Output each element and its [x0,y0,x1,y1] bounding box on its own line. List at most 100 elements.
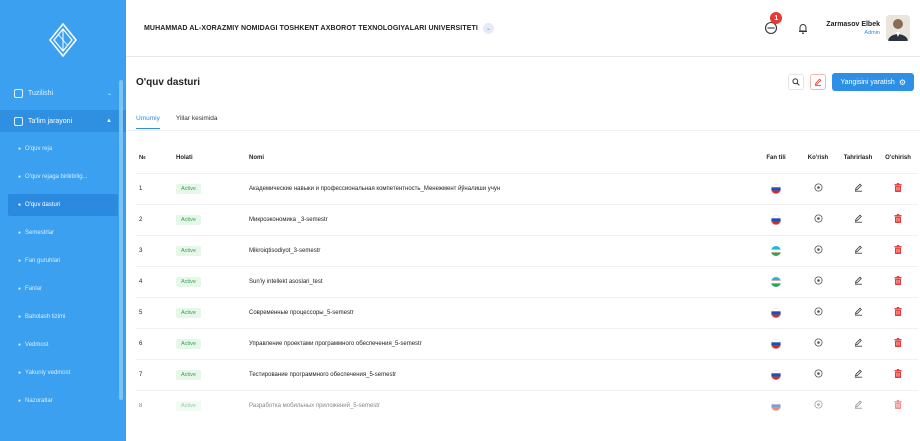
eye-icon[interactable] [814,183,823,194]
table-row[interactable]: 6 Active Управление проектами программного… [136,327,918,359]
eye-icon[interactable] [814,276,823,287]
user-photo-icon [886,15,910,41]
notification-badge: 1 [770,12,783,24]
sidebar-item-label: Yakuniy vedmost [25,370,71,376]
sidebar-item-semestrlar[interactable]: ● Semestrlar [8,222,118,244]
row-number: 4 [136,265,176,297]
sidebar-item-label: Fan guruhlari [25,258,61,264]
sidebar-item-oquv-rejaga-biriktirilgan[interactable]: ● O'quv rejaga biriktirilg... [8,166,118,188]
clock-button[interactable]: 1 [762,12,783,37]
eye-icon[interactable] [814,338,823,349]
sidebar: Tuzilishi ⌄ Ta'lim jarayoni ▲ ● O'quv rej… [0,0,126,441]
status-badge: Active [176,369,201,380]
sidebar-item-fan-guruhlari[interactable]: ● Fan guruhlari [8,250,118,272]
row-delete [878,234,918,266]
trash-icon[interactable] [894,214,902,225]
sidebar-item-oquv-reja[interactable]: ● O'quv reja [8,138,118,160]
education-icon [14,116,23,126]
chevron-down-icon: ⌄ [106,90,112,97]
university-dropdown-chevron-icon[interactable]: ⌄ [482,22,494,34]
bullet-icon: ● [18,202,22,208]
sidebar-item-oquv-dasturi[interactable]: ● O'quv dasturi [8,194,118,216]
sidebar-item-fanlar[interactable]: ● Fanlar [8,278,118,300]
table-row[interactable]: 3 Active Mikroiqtisodiyot_3-semestr [136,234,918,266]
search-button[interactable] [788,74,805,90]
row-name: Управление проектами программного обеспе… [249,327,754,359]
row-status: Active [176,265,249,297]
pencil-icon[interactable] [854,369,863,380]
sidebar-group-talim-jarayoni[interactable]: Ta'lim jarayoni ▲ [0,110,126,132]
main-content: O'quv dasturi Yangisini yaratish ⚙ Umumi… [126,57,920,441]
pencil-icon[interactable] [854,214,863,225]
sidebar-item-baholash-tizimi[interactable]: ● Baholash tizimi [8,306,118,328]
trash-icon[interactable] [894,338,902,349]
sidebar-group-label: Tuzilishi [28,89,54,97]
trash-icon[interactable] [894,307,902,318]
tab-umumiy[interactable]: Umumiy [136,115,160,129]
pencil-icon[interactable] [854,183,863,194]
sidebar-item-yakuniy-vedmost[interactable]: ● Yakuniy vedmost [8,362,118,384]
eye-icon[interactable] [814,245,823,256]
russian-flag-icon [771,183,781,194]
trash-icon[interactable] [894,276,902,287]
row-name: Современные процессоры_5-semestr [249,296,754,328]
trash-icon[interactable] [894,183,902,194]
pencil-icon[interactable] [854,245,863,256]
eye-icon[interactable] [814,307,823,318]
row-edit [838,234,878,266]
table-row[interactable]: 5 Active Современные процессоры_5-semestr [136,296,918,328]
eye-icon[interactable] [814,214,823,225]
avatar[interactable] [886,15,910,41]
header-view: Ko'rish [807,154,829,161]
eye-icon[interactable] [814,369,823,380]
trash-icon[interactable] [894,245,902,256]
create-new-button[interactable]: Yangisini yaratish ⚙ [832,73,914,91]
sidebar-item-nazoratlar[interactable]: ● Nazoratlar [8,390,118,412]
pencil-icon[interactable] [854,307,863,318]
sidebar-group-label: Ta'lim jarayoni [28,117,73,125]
table-row[interactable]: 8 Active Разработка мобильных приложений_5… [136,389,918,421]
russian-flag-icon [771,369,781,380]
sidebar-item-vedmost[interactable]: ● Vedmost [8,334,118,356]
table-row[interactable]: 4 Active Sun'iy intellekt asoslari_test [136,265,918,297]
row-delete [878,296,918,328]
sidebar-group-tuzilishi[interactable]: Tuzilishi ⌄ [0,82,126,104]
row-language [754,234,798,266]
table-row[interactable]: 2 Active Микроэкономика _3-semestr [136,203,918,235]
row-number: 1 [136,172,176,204]
tab-yillar-kesimida[interactable]: Yillar kesimida [176,115,218,129]
bullet-icon: ● [18,342,22,348]
status-badge: Active [176,307,201,318]
table-row[interactable]: 7 Active Тестирование программного обеспеч… [136,358,918,390]
logo [0,0,126,80]
row-status: Active [176,172,249,204]
university-logo-icon [49,23,77,57]
uzbek-flag-icon [771,276,781,287]
row-view [798,358,838,390]
status-badge: Active [176,276,201,287]
table-row[interactable]: 1 Active Академические навыки и профессион… [136,172,918,204]
notifications-button[interactable] [794,19,812,37]
row-number: 7 [136,358,176,390]
trash-icon[interactable] [894,369,902,380]
pencil-icon[interactable] [854,400,863,411]
trash-icon[interactable] [894,400,902,411]
row-status: Active [176,296,249,328]
pencil-icon[interactable] [854,338,863,349]
eye-icon[interactable] [814,400,823,411]
status-badge: Active [176,245,201,256]
pencil-icon[interactable] [854,276,863,287]
row-name: Разработка мобильных приложений_5-semest… [249,389,754,421]
row-status: Active [176,234,249,266]
row-edit [838,327,878,359]
table-header-row: № Holati Nomi Fan tili Ko'rish Tahrirlas… [136,143,918,173]
header-language: Fan tili [766,154,786,161]
sidebar-item-label: Vedmost [25,342,49,348]
row-language [754,358,798,390]
sidebar-scrollbar[interactable] [119,80,123,400]
tabs: Umumiy Yillar kesimida [136,115,234,129]
russian-flag-icon [771,307,781,318]
edit-mode-button[interactable] [810,74,827,90]
user-info[interactable]: Zarmasov Elbek Admin [826,21,880,36]
sidebar-item-label: O'quv rejaga biriktirilg... [25,174,88,180]
